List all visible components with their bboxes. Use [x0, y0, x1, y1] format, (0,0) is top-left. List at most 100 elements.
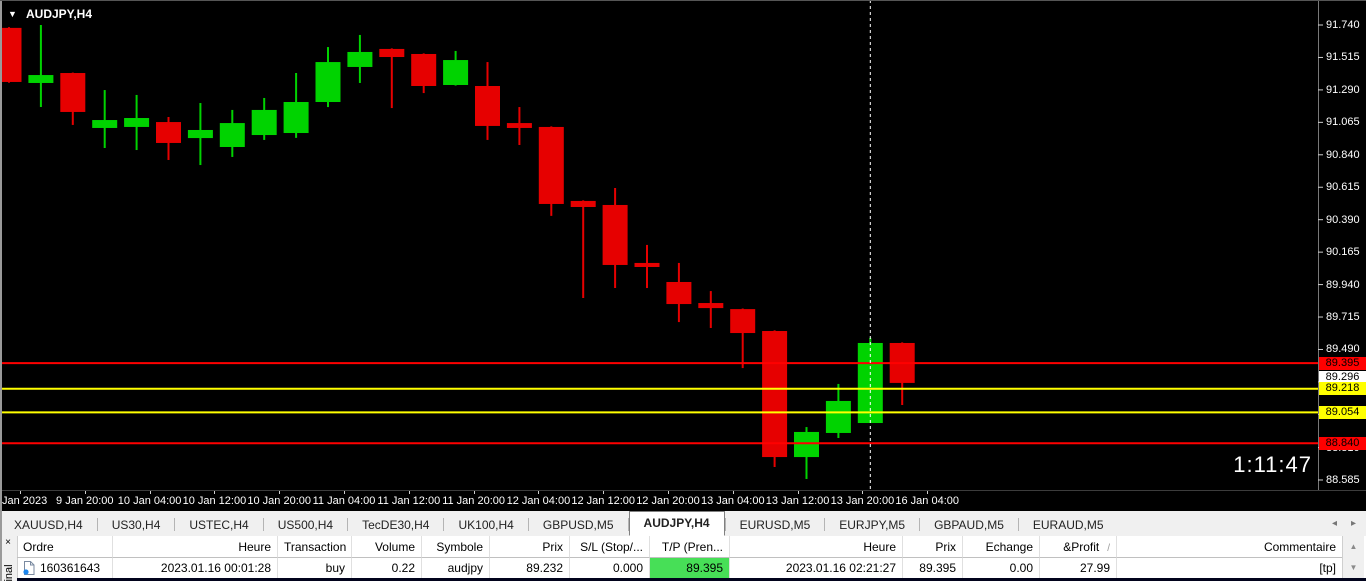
- column-header-commentaire[interactable]: Commentaire: [1117, 536, 1343, 558]
- window-left-edge: [0, 0, 2, 581]
- tab-eurjpy-m5[interactable]: EURJPY,M5: [825, 515, 919, 536]
- order-cell: 89.232: [490, 558, 570, 578]
- chart-symbol-label: AUDJPY,H4: [26, 7, 93, 21]
- candle-body: [666, 281, 692, 305]
- y-axis-label: 90.615: [1326, 181, 1360, 194]
- scroll-left-icon[interactable]: ◂: [1332, 518, 1337, 529]
- order-cell: 2023.01.16 02:21:27: [730, 558, 903, 578]
- cell-value: [tp]: [1319, 561, 1336, 575]
- column-header-heure[interactable]: Heure: [730, 536, 903, 558]
- time-tick: [279, 491, 281, 494]
- column-header-ordre[interactable]: Ordre: [17, 536, 113, 558]
- chart-symbol-dropdown-icon[interactable]: ▼: [8, 9, 17, 19]
- chart-plot[interactable]: [0, 0, 1366, 490]
- candle-body: [187, 129, 213, 139]
- time-tick: [538, 491, 540, 494]
- price-badge: 89.054: [1319, 405, 1366, 419]
- cell-value: audjpy: [447, 561, 483, 575]
- y-axis-label: 90.840: [1326, 148, 1360, 161]
- order-row[interactable]: 160361643 2023.01.16 00:01:28 buy 0.22 audjp…: [17, 558, 1343, 578]
- cell-value: buy: [325, 561, 345, 575]
- candle-body: [506, 123, 532, 128]
- y-axis-label: 88.585: [1326, 473, 1360, 486]
- candle-body: [698, 303, 724, 309]
- candle-body: [475, 86, 500, 126]
- column-header-heure[interactable]: Heure: [113, 536, 278, 558]
- tab-xauusd-h4[interactable]: XAUUSD,H4: [0, 515, 97, 536]
- order-document-icon: [23, 561, 35, 575]
- column-header-prix[interactable]: Prix: [903, 536, 963, 558]
- cell-value: 0.22: [391, 561, 415, 575]
- cell-value: 160361643: [40, 561, 101, 575]
- column-header--profit[interactable]: &Profit /: [1040, 536, 1117, 558]
- cell-value: 2023.01.16 00:01:28: [160, 561, 271, 575]
- price-badge: 89.395: [1319, 356, 1366, 370]
- column-header-prix[interactable]: Prix: [490, 536, 570, 558]
- tab-gbpusd-m5[interactable]: GBPUSD,M5: [529, 515, 628, 536]
- time-tick: [344, 491, 345, 494]
- candle-body: [379, 48, 405, 58]
- y-axis-label: 91.740: [1326, 19, 1360, 31]
- candle-body: [219, 123, 245, 148]
- candle-body: [730, 309, 756, 334]
- table-scrollbar[interactable]: ▲ ▼: [1342, 536, 1364, 578]
- scrollbar-up-icon[interactable]: ▲: [1343, 536, 1364, 557]
- tab-euraud-m5[interactable]: EURAUD,M5: [1019, 515, 1118, 536]
- column-header-t-p-pren-[interactable]: T/P (Pren...: [650, 536, 730, 558]
- price-badge: 88.840: [1319, 436, 1366, 450]
- tab-us30-h4[interactable]: US30,H4: [98, 515, 175, 536]
- column-header-echange[interactable]: Echange: [963, 536, 1040, 558]
- order-cell: 89.395: [903, 558, 963, 578]
- candle-body: [283, 102, 309, 134]
- tab-ustec-h4[interactable]: USTEC,H4: [175, 515, 262, 536]
- terminal-panel-title: Terminal: [3, 564, 15, 581]
- column-header-symbole[interactable]: Symbole: [422, 536, 490, 558]
- order-cell: buy: [278, 558, 352, 578]
- tab-eurusd-m5[interactable]: EURUSD,M5: [726, 515, 825, 536]
- scroll-right-icon[interactable]: ▸: [1351, 518, 1356, 529]
- x-axis-label: 13 Jan 20:00: [830, 495, 895, 507]
- order-cell: 0.00: [963, 558, 1040, 578]
- time-tick: [668, 491, 669, 494]
- time-tick: [214, 491, 216, 494]
- order-cell: 0.000: [570, 558, 650, 578]
- orders-table: Ordre Heure Transaction Volume Symbole Prix S/…: [17, 536, 1343, 581]
- tab-audjpy-h4[interactable]: AUDJPY,H4: [628, 511, 725, 536]
- scrollbar-down-icon[interactable]: ▼: [1343, 557, 1364, 578]
- tab-uk100-h4[interactable]: UK100,H4: [444, 515, 527, 536]
- time-tick: [797, 491, 799, 494]
- order-cell: 27.99: [1040, 558, 1117, 578]
- candle-body: [251, 109, 277, 136]
- sort-indicator-icon: /: [1107, 543, 1110, 554]
- candle-body: [825, 400, 851, 433]
- tab-tecde30-h4[interactable]: TecDE30,H4: [348, 515, 443, 536]
- x-axis-label: 11 Jan 20:00: [442, 495, 505, 507]
- x-axis-label: 12 Jan 20:00: [636, 495, 700, 507]
- tab-gbpaud-m5[interactable]: GBPAUD,M5: [920, 515, 1018, 536]
- x-axis-label: 13 Jan 04:00: [700, 495, 765, 507]
- x-axis-label: 9 Jan 20:00: [56, 495, 114, 507]
- x-axis-label: 13 Jan 12:00: [765, 495, 830, 507]
- tab-us500-h4[interactable]: US500,H4: [264, 515, 347, 536]
- y-axis-label: 90.390: [1326, 213, 1360, 226]
- order-cell: 160361643: [17, 558, 113, 578]
- terminal-side-strip: × Terminal: [0, 536, 18, 581]
- column-header-s-l-stop-[interactable]: S/L (Stop/...: [570, 536, 650, 558]
- candle-body: [762, 331, 788, 458]
- chart-area: ▼ AUDJPY,H4 1:11:47 91.740 91.515 91.290 91…: [0, 0, 1366, 513]
- cell-value: 27.99: [1079, 561, 1110, 575]
- close-icon[interactable]: ×: [2, 537, 14, 549]
- column-header-transaction[interactable]: Transaction: [278, 536, 352, 558]
- y-axis-label: 91.065: [1326, 116, 1360, 129]
- candle-body: [411, 53, 437, 87]
- order-cell: 89.395: [650, 558, 730, 578]
- column-header-volume[interactable]: Volume: [352, 536, 422, 558]
- cell-value: 2023.01.16 02:21:27: [785, 561, 896, 575]
- x-axis-label: 12 Jan 12:00: [571, 495, 635, 507]
- cell-value: 89.395: [919, 561, 956, 575]
- terminal-panel: × Terminal OrdreHeureTransactionVolumeSy…: [0, 536, 1366, 581]
- time-tick: [603, 491, 605, 494]
- x-axis-label: 16 Jan 04:00: [895, 495, 959, 507]
- candle-body: [347, 51, 373, 67]
- candle-body: [28, 75, 54, 83]
